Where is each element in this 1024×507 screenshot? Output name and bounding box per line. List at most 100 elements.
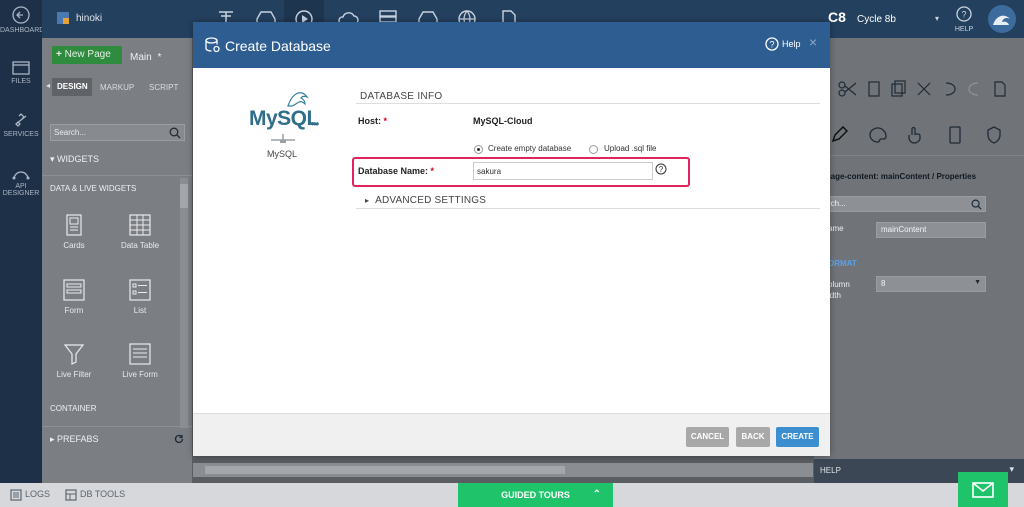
caret-right-icon: ▸	[365, 196, 370, 205]
new-page-label: New Page	[64, 49, 111, 60]
modal-header: Create Database ? Help ×	[193, 22, 830, 68]
cycle-badge[interactable]: C8	[828, 9, 850, 29]
container-header[interactable]: CONTAINER	[50, 404, 97, 413]
properties-panel: m-page-content: mainContent / Properties…	[814, 38, 1024, 483]
back-arrow-icon	[12, 6, 30, 24]
logs-button[interactable]: LOGS	[25, 489, 50, 499]
chat-message-button[interactable]	[958, 472, 1008, 507]
widgets-header[interactable]: ▾ WIDGETS	[50, 154, 99, 165]
database-name-label-text: Database Name:	[358, 166, 429, 176]
close-icon[interactable]: ×	[809, 34, 817, 50]
column-width-select[interactable]: 8 ▼	[876, 276, 986, 292]
widget-search-input[interactable]: Search...	[50, 124, 185, 141]
cycle-badge-text: C8	[828, 9, 846, 25]
document-icon[interactable]	[992, 80, 1008, 98]
cancel-button[interactable]: CANCEL	[686, 427, 729, 447]
help-menu[interactable]: ? HELP	[950, 6, 978, 34]
create-button[interactable]: CREATE	[776, 427, 819, 447]
nav-dashboard[interactable]: DASHBOARD	[0, 6, 44, 34]
widgets-panel: + New Page Main * ◂ DESIGN MARKUP SCRIPT…	[42, 38, 192, 483]
help-circle-icon: ?	[956, 6, 972, 22]
undo-icon[interactable]	[942, 80, 958, 98]
radio-upload-sql-label[interactable]: Upload .sql file	[604, 144, 656, 153]
select-caret-icon: ▼	[974, 279, 981, 286]
copy-icon[interactable]	[866, 80, 882, 98]
radio-create-empty[interactable]	[474, 145, 483, 154]
advanced-settings-label: ADVANCED SETTINGS	[375, 195, 487, 206]
widget-cards-label: Cards	[63, 241, 85, 250]
create-button-label: CREATE	[781, 432, 814, 441]
project-name[interactable]: hinoki	[76, 13, 102, 24]
data-table-icon	[129, 214, 151, 236]
widget-live-filter-label: Live Filter	[56, 370, 92, 379]
nav-api-designer[interactable]: API DESIGNER	[0, 166, 42, 197]
help-panel-label: HELP	[820, 466, 841, 475]
widget-form[interactable]: Form	[44, 278, 104, 315]
events-hand-icon[interactable]	[906, 126, 922, 144]
cycle-dropdown-caret-icon[interactable]: ▾	[935, 14, 939, 23]
database-name-label: Database Name: *	[358, 166, 434, 176]
new-page-button[interactable]: + New Page	[52, 46, 122, 64]
cut-icon[interactable]	[838, 80, 858, 98]
widget-search-placeholder: Search...	[54, 128, 87, 137]
cards-icon	[66, 214, 82, 236]
page-tab-main[interactable]: Main *	[130, 52, 161, 63]
modal-help-link[interactable]: Help	[782, 39, 801, 49]
property-search-input[interactable]: earch...	[814, 196, 986, 212]
mysql-logo-wordmark: MySQL	[249, 107, 319, 130]
prefabs-header[interactable]: ▸ PREFABS	[50, 434, 99, 445]
database-settings-icon	[205, 37, 220, 53]
db-tools-button[interactable]: DB TOOLS	[80, 489, 125, 499]
edit-pencil-icon[interactable]	[830, 126, 848, 144]
paste-icon[interactable]	[890, 80, 906, 98]
format-header[interactable]: ORMAT	[828, 259, 857, 268]
widget-live-filter[interactable]: Live Filter	[44, 342, 104, 379]
section-divider	[356, 103, 820, 104]
user-avatar[interactable]	[988, 5, 1016, 33]
refresh-icon[interactable]	[174, 434, 184, 444]
radio-create-empty-label[interactable]: Create empty database	[488, 144, 571, 153]
form-icon	[63, 279, 85, 301]
guided-tours-button[interactable]: GUIDED TOURS ⌃	[458, 483, 613, 507]
widget-live-form[interactable]: Live Form	[110, 342, 170, 379]
redo-icon[interactable]	[966, 80, 982, 98]
widget-data-table[interactable]: Data Table	[110, 213, 170, 250]
caret-down-icon: ▾	[50, 154, 55, 164]
nav-services[interactable]: SERVICES	[0, 112, 42, 138]
mobile-device-icon[interactable]	[948, 126, 962, 144]
widgets-scrollbar[interactable]	[180, 178, 188, 428]
folder-icon	[12, 61, 30, 75]
delete-x-icon[interactable]	[916, 80, 932, 98]
nav-files[interactable]: FILES	[0, 60, 42, 85]
svg-text:?: ?	[769, 40, 774, 50]
svg-text:?: ?	[961, 10, 966, 20]
caret-right-icon: ▸	[50, 434, 55, 444]
widget-list[interactable]: List	[110, 278, 170, 315]
chevron-up-icon: ⌃	[592, 489, 601, 500]
style-palette-icon[interactable]	[868, 126, 888, 144]
widget-cards[interactable]: Cards	[44, 213, 104, 250]
name-input[interactable]: mainContent	[876, 222, 986, 238]
tab-markup[interactable]: MARKUP	[100, 83, 134, 92]
cycle-label[interactable]: Cycle 8b	[857, 14, 896, 25]
nav-files-label: FILES	[11, 78, 31, 85]
list-icon	[129, 279, 151, 301]
radio-upload-sql[interactable]	[589, 145, 598, 154]
help-circle-icon[interactable]: ?	[655, 163, 667, 175]
scrollbar-thumb[interactable]	[205, 466, 565, 474]
svg-text:?: ?	[659, 165, 664, 174]
back-button[interactable]: BACK	[736, 427, 770, 447]
widget-form-label: Form	[64, 306, 84, 315]
envelope-icon	[972, 482, 994, 498]
scrollbar-thumb[interactable]	[180, 184, 188, 208]
vendor-name: MySQL	[267, 149, 298, 159]
tab-design[interactable]: DESIGN	[52, 78, 92, 96]
tab-script[interactable]: SCRIPT	[149, 83, 178, 92]
database-name-input[interactable]: sakura	[473, 162, 653, 180]
security-shield-icon[interactable]	[986, 126, 1002, 144]
nav-services-label: SERVICES	[3, 131, 39, 138]
cancel-button-label: CANCEL	[690, 432, 725, 441]
help-circle-icon[interactable]: ?	[765, 37, 779, 51]
canvas-horizontal-scrollbar[interactable]	[193, 463, 813, 477]
advanced-settings-toggle[interactable]: ▸ ADVANCED SETTINGS	[365, 194, 486, 206]
